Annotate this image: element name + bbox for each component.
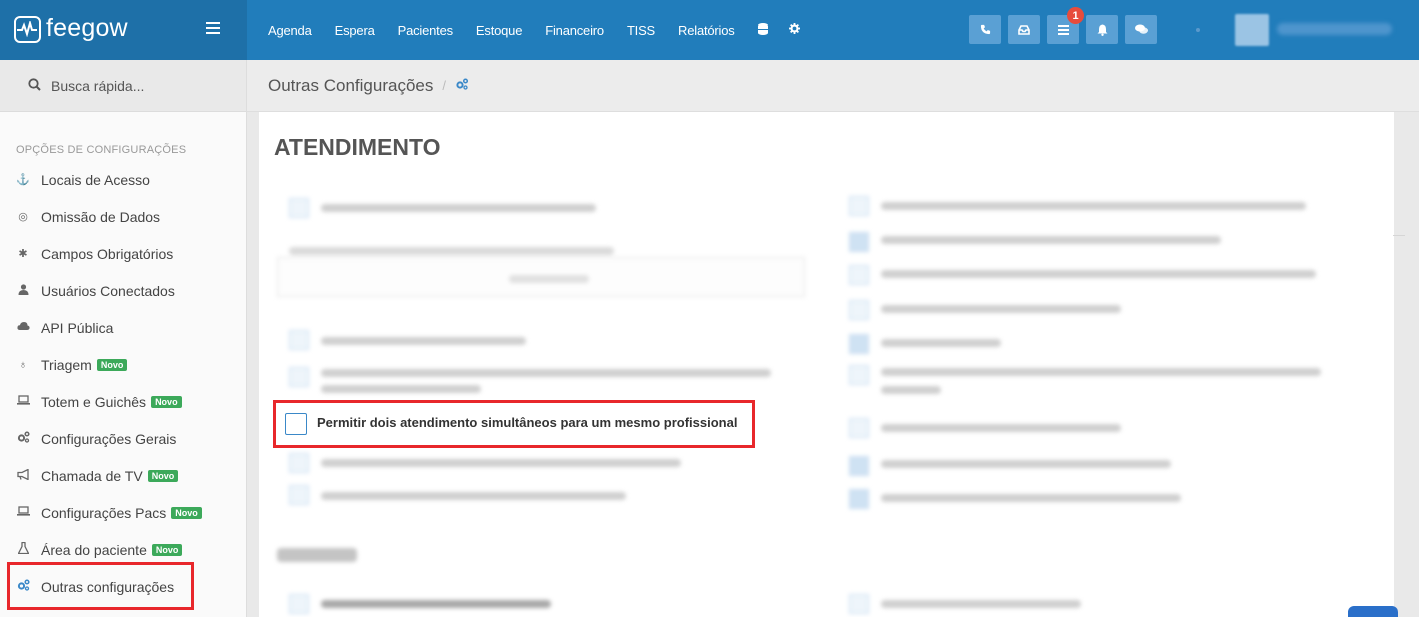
section-title: ATENDIMENTO: [274, 134, 441, 160]
tasks-button[interactable]: 1: [1047, 7, 1084, 44]
bell-icon: [1097, 24, 1107, 36]
status-dot: [1196, 28, 1200, 32]
user-name-blurred[interactable]: [1277, 23, 1392, 35]
notifications-button[interactable]: [1086, 15, 1118, 44]
nav-espera[interactable]: Espera: [335, 23, 375, 38]
chat-button[interactable]: [1125, 15, 1157, 44]
sidebar-item-label: Campos Obrigatórios: [41, 245, 174, 262]
logo-icon: [14, 16, 41, 43]
nav-estoque[interactable]: Estoque: [476, 23, 523, 38]
notification-badge: 1: [1067, 7, 1084, 24]
flask-icon: [16, 541, 30, 557]
novo-badge: Novo: [147, 469, 179, 482]
sidebar-item-label: Usuários Conectados: [41, 282, 175, 299]
chat-icon: [1134, 24, 1148, 34]
breadcrumb-separator: /: [442, 78, 446, 93]
sidebar-header: OPÇÕES DE CONFIGURAÇÕES: [16, 144, 187, 156]
sidebar: Busca rápida... OPÇÕES DE CONFIGURAÇÕES …: [0, 60, 247, 617]
novo-badge: Novo: [171, 506, 202, 519]
stethoscope-icon: ♁: [18, 358, 28, 371]
sidebar-item-locais-de-acesso[interactable]: ⚓ Locais de Acesso: [0, 161, 246, 198]
phone-button[interactable]: [969, 15, 1001, 44]
location-icon: ⚓: [16, 174, 30, 186]
quick-search[interactable]: Busca rápida...: [0, 60, 246, 112]
nav-relatorios[interactable]: Relatórios: [678, 23, 735, 38]
bullhorn-icon: [16, 467, 30, 483]
search-icon: [28, 77, 41, 94]
eye-slash-icon: ◎: [18, 211, 28, 223]
sidebar-item-label: Área do paciente: [41, 541, 147, 558]
sidebar-item-label: Omissão de Dados: [41, 208, 161, 225]
simultaneous-appointments-checkbox[interactable]: [285, 413, 307, 435]
sidebar-item-api-publica[interactable]: API Pública: [0, 309, 246, 346]
novo-badge: Novo: [96, 358, 128, 371]
sidebar-item-omissao-de-dados[interactable]: ◎ Omissão de Dados: [0, 198, 246, 235]
sidebar-item-configuracoes-pacs[interactable]: Configurações Pacs Novo: [0, 494, 246, 531]
top-bar: feegow Agenda Espera Pacientes Estoque F…: [0, 0, 1419, 60]
user-avatar[interactable]: [1235, 14, 1269, 46]
search-label: Busca rápida...: [51, 77, 145, 94]
toolbar-buttons: 1: [969, 7, 1164, 44]
logo-text[interactable]: feegow: [46, 14, 128, 43]
novo-badge: Novo: [151, 395, 182, 408]
user-icon: [16, 283, 30, 298]
breadcrumb: Outras Configurações /: [247, 60, 1419, 112]
cogs-icon: [16, 431, 30, 446]
gear-icon[interactable]: [788, 23, 800, 37]
phone-icon: [980, 24, 990, 35]
simultaneous-appointments-label[interactable]: Permitir dois atendimento simultâneos pa…: [317, 415, 737, 430]
sidebar-item-campos-obrigatorios[interactable]: ✱ Campos Obrigatórios: [0, 235, 246, 272]
laptop-icon: [16, 506, 30, 519]
nav-agenda[interactable]: Agenda: [268, 23, 312, 38]
inbox-button[interactable]: [1008, 15, 1040, 44]
floating-action-button[interactable]: [1348, 606, 1398, 617]
nav-tiss[interactable]: TISS: [627, 23, 655, 38]
sidebar-item-triagem[interactable]: ♁ Triagem Novo: [0, 346, 246, 383]
menu-toggle-icon[interactable]: [206, 22, 220, 34]
scroll-indicator: [1393, 235, 1405, 236]
sidebar-item-totem-e-guiches[interactable]: Totem e Guichês Novo: [0, 383, 246, 420]
sidebar-item-usuarios-conectados[interactable]: Usuários Conectados: [0, 272, 246, 309]
database-icon[interactable]: [757, 22, 768, 38]
sidebar-item-label: Totem e Guichês: [41, 393, 147, 410]
top-navigation: Agenda Espera Pacientes Estoque Financei…: [268, 0, 821, 60]
sidebar-item-chamada-de-tv[interactable]: Chamada de TV Novo: [0, 457, 246, 494]
sidebar-item-label: API Pública: [41, 319, 114, 336]
nav-pacientes[interactable]: Pacientes: [398, 23, 453, 38]
settings-panel: ATENDIMENTO: [259, 112, 1394, 617]
list-icon: [1057, 24, 1069, 35]
sidebar-item-label: Triagem: [41, 356, 92, 373]
sidebar-item-label: Configurações Pacs: [41, 504, 167, 521]
novo-badge: Novo: [151, 543, 183, 556]
cloud-icon: [16, 321, 30, 334]
inbox-icon: [1018, 24, 1030, 35]
page-title: Outras Configurações: [268, 75, 434, 95]
asterisk-icon: ✱: [18, 248, 28, 260]
sidebar-item-label: Chamada de TV: [41, 467, 143, 484]
brand-area: feegow: [0, 0, 247, 60]
sidebar-item-label: Configurações Gerais: [41, 430, 177, 447]
laptop-icon: [16, 395, 30, 408]
cogs-icon: [455, 78, 469, 93]
sidebar-item-configuracoes-gerais[interactable]: Configurações Gerais: [0, 420, 246, 457]
highlight-box-sidebar: [7, 562, 194, 610]
nav-financeiro[interactable]: Financeiro: [545, 23, 604, 38]
sidebar-item-label: Locais de Acesso: [41, 171, 150, 188]
